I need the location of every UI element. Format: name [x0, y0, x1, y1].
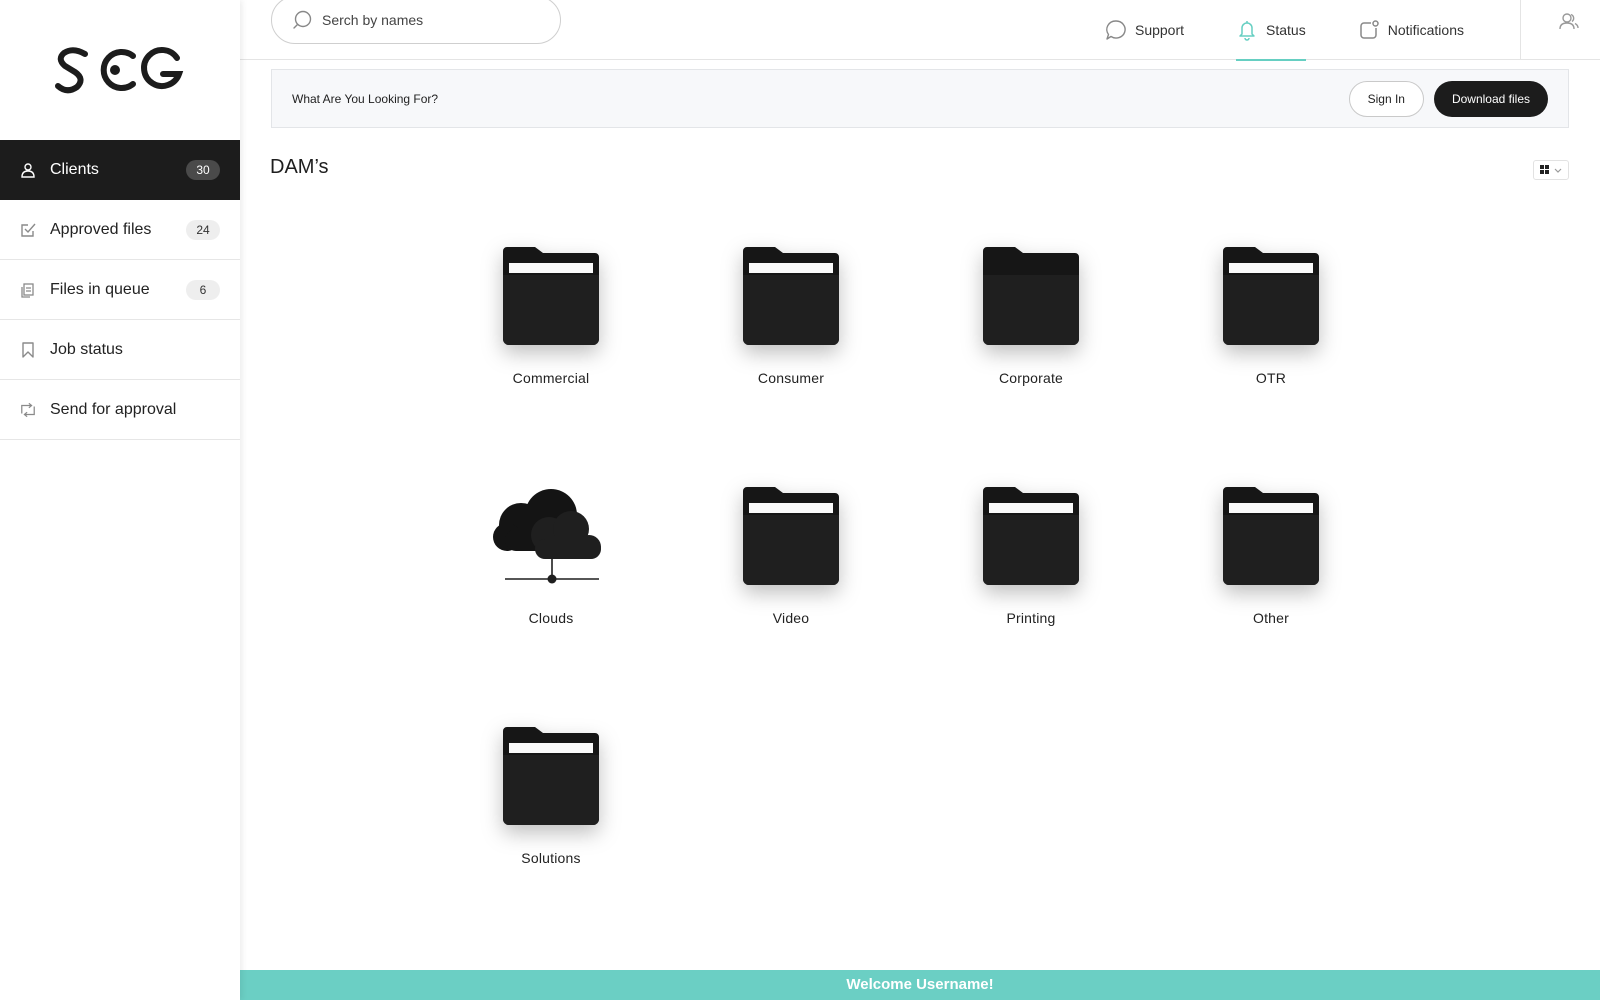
- folder-icon: [503, 247, 599, 345]
- sidebar-item-files-in-queue[interactable]: Files in queue 6: [0, 260, 240, 320]
- dam-grid: Commercial Consumer Corporate OTR Clouds…: [431, 225, 1391, 945]
- sidebar-nav: Clients 30 Approved files 24 Files in qu…: [0, 140, 240, 440]
- tile-clouds[interactable]: Clouds: [431, 465, 671, 705]
- welcome-message: Welcome Username!: [846, 976, 994, 993]
- tile-label: Corporate: [998, 370, 1064, 386]
- tile-video[interactable]: Video: [671, 465, 911, 705]
- sidebar: Clients 30 Approved files 24 Files in qu…: [0, 0, 240, 1000]
- welcome-footer: Welcome Username!: [240, 970, 1600, 1000]
- status-label: Status: [1266, 22, 1306, 38]
- search-icon: [292, 10, 312, 30]
- app-root: Clients 30 Approved files 24 Files in qu…: [0, 0, 1600, 1000]
- tile-label: Commercial: [512, 370, 590, 386]
- cloud-network-icon: [493, 489, 601, 584]
- folder-icon: [1223, 487, 1319, 585]
- support-link[interactable]: Support: [1079, 0, 1210, 60]
- sidebar-item-job-status[interactable]: Job status: [0, 320, 240, 380]
- notification-icon: [1358, 19, 1380, 41]
- support-label: Support: [1134, 22, 1185, 38]
- folder-empty-icon: [983, 247, 1079, 345]
- notifications-label: Notifications: [1387, 22, 1464, 38]
- count-badge: 6: [186, 279, 220, 300]
- sidebar-item-label: Job status: [50, 340, 123, 358]
- folder-icon: [743, 247, 839, 345]
- tile-label: Video: [772, 610, 810, 626]
- sign-in-button[interactable]: Sign In: [1348, 80, 1424, 117]
- folder-icon: [743, 487, 839, 585]
- search-banner: What Are You Looking For? Sign In Downlo…: [271, 69, 1569, 128]
- tile-solutions[interactable]: Solutions: [431, 705, 671, 945]
- sidebar-item-label: Files in queue: [50, 280, 150, 298]
- tile-corporate[interactable]: Corporate: [911, 225, 1151, 465]
- tile-label: Consumer: [757, 370, 825, 386]
- folder-icon: [1223, 247, 1319, 345]
- count-badge: 30: [186, 159, 220, 180]
- divider: [1520, 0, 1521, 60]
- bell-icon: [1236, 19, 1258, 41]
- tile-label: Printing: [1006, 610, 1056, 626]
- page-title: DAM’s: [270, 156, 329, 178]
- tile-label: Clouds: [528, 610, 574, 626]
- chat-bubble-icon: [1105, 19, 1127, 41]
- top-nav: Support Status Notifications: [1079, 0, 1490, 61]
- users-icon[interactable]: [1558, 10, 1580, 32]
- logo[interactable]: [0, 0, 240, 140]
- status-link[interactable]: Status: [1210, 0, 1332, 61]
- notifications-link[interactable]: Notifications: [1332, 0, 1490, 60]
- count-badge: 24: [186, 219, 220, 240]
- folder-icon: [503, 727, 599, 825]
- sidebar-item-label: Approved files: [50, 220, 152, 238]
- banner-prompt: What Are You Looking For?: [292, 91, 439, 106]
- chevron-down-icon: [1554, 161, 1562, 179]
- search-input[interactable]: [322, 12, 542, 28]
- sidebar-item-label: Send for approval: [50, 400, 177, 418]
- sidebar-item-label: Clients: [50, 160, 99, 178]
- top-bar: Support Status Notifications: [240, 0, 1600, 61]
- tile-label: OTR: [1255, 370, 1287, 386]
- checkbox-icon: [20, 222, 36, 238]
- tile-label: Solutions: [521, 850, 581, 866]
- user-icon: [20, 162, 36, 178]
- tile-otr[interactable]: OTR: [1151, 225, 1391, 465]
- folder-icon: [983, 487, 1079, 585]
- bookmark-icon: [20, 341, 36, 358]
- tile-printing[interactable]: Printing: [911, 465, 1151, 705]
- files-icon: [20, 282, 36, 298]
- tile-other[interactable]: Other: [1151, 465, 1391, 705]
- tile-consumer[interactable]: Consumer: [671, 225, 911, 465]
- search-box[interactable]: [271, 0, 561, 44]
- sidebar-item-send-for-approval[interactable]: Send for approval: [0, 380, 240, 440]
- send-icon: [20, 402, 36, 418]
- tile-label: Other: [1252, 610, 1289, 626]
- sidebar-item-clients[interactable]: Clients 30: [0, 140, 240, 200]
- sidebar-item-approved-files[interactable]: Approved files 24: [0, 200, 240, 260]
- grid-view-icon: [1540, 161, 1549, 179]
- logo-mark: [55, 47, 184, 94]
- download-files-button[interactable]: Download files: [1433, 80, 1548, 117]
- tile-commercial[interactable]: Commercial: [431, 225, 671, 465]
- view-toggle[interactable]: [1533, 160, 1569, 180]
